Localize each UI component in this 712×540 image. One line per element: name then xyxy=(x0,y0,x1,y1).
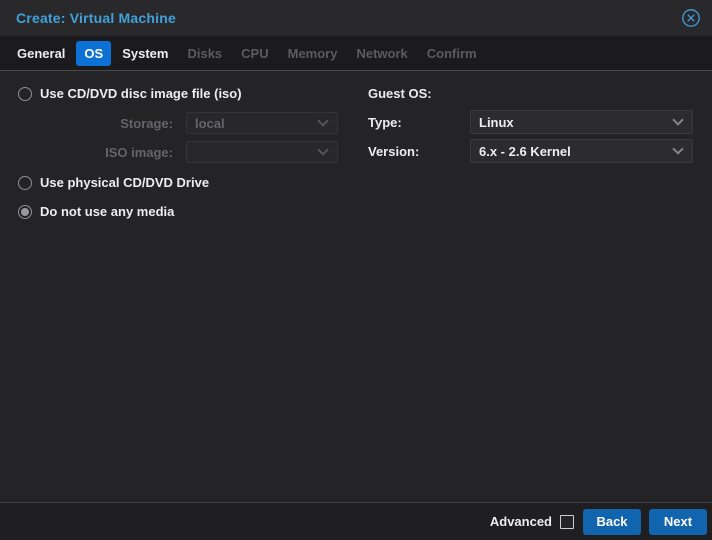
radio-iso-file[interactable]: Use CD/DVD disc image file (iso) xyxy=(18,86,242,101)
chevron-down-icon xyxy=(317,115,328,126)
tab-system[interactable]: System xyxy=(114,41,176,66)
chevron-down-icon xyxy=(672,114,683,125)
iso-image-value xyxy=(195,142,313,162)
os-version-select[interactable]: 6.x - 2.6 Kernel xyxy=(470,139,693,163)
storage-label: Storage: xyxy=(60,116,173,131)
radio-iso-file-label: Use CD/DVD disc image file (iso) xyxy=(40,86,242,101)
dialog-header: Create: Virtual Machine xyxy=(0,0,712,36)
radio-physical-drive[interactable]: Use physical CD/DVD Drive xyxy=(18,175,209,190)
tab-network: Network xyxy=(348,41,415,66)
os-type-select[interactable]: Linux xyxy=(470,110,693,134)
os-version-label: Version: xyxy=(368,144,419,159)
storage-value: local xyxy=(195,113,313,133)
radio-circle-selected-icon[interactable] xyxy=(18,205,32,219)
storage-select: local xyxy=(186,112,338,134)
tab-cpu: CPU xyxy=(233,41,276,66)
tab-general[interactable]: General xyxy=(9,41,73,66)
iso-image-select xyxy=(186,141,338,163)
dialog-footer: Advanced Back Next xyxy=(0,502,712,540)
radio-circle-icon[interactable] xyxy=(18,87,32,101)
tab-os[interactable]: OS xyxy=(76,41,111,66)
os-tab-panel: Use CD/DVD disc image file (iso) Storage… xyxy=(0,71,712,502)
guest-os-heading: Guest OS: xyxy=(368,86,432,101)
chevron-down-icon xyxy=(672,143,683,154)
os-version-value: 6.x - 2.6 Kernel xyxy=(479,140,668,162)
back-button[interactable]: Back xyxy=(583,509,641,535)
os-type-label: Type: xyxy=(368,115,402,130)
radio-physical-drive-label: Use physical CD/DVD Drive xyxy=(40,175,209,190)
tab-memory: Memory xyxy=(280,41,346,66)
iso-image-label: ISO image: xyxy=(60,145,173,160)
tab-confirm: Confirm xyxy=(419,41,485,66)
chevron-down-icon xyxy=(317,144,328,155)
next-button[interactable]: Next xyxy=(649,509,707,535)
dialog-title: Create: Virtual Machine xyxy=(16,0,176,36)
advanced-checkbox[interactable] xyxy=(560,515,574,529)
wizard-tabbar: General OS System Disks CPU Memory Netwo… xyxy=(0,36,712,71)
radio-circle-icon[interactable] xyxy=(18,176,32,190)
radio-no-media[interactable]: Do not use any media xyxy=(18,204,174,219)
create-vm-dialog: Create: Virtual Machine General OS Syste… xyxy=(0,0,712,540)
radio-no-media-label: Do not use any media xyxy=(40,204,174,219)
tab-disks: Disks xyxy=(179,41,230,66)
os-type-value: Linux xyxy=(479,111,668,133)
advanced-label: Advanced xyxy=(490,514,552,529)
close-icon[interactable] xyxy=(681,8,701,28)
